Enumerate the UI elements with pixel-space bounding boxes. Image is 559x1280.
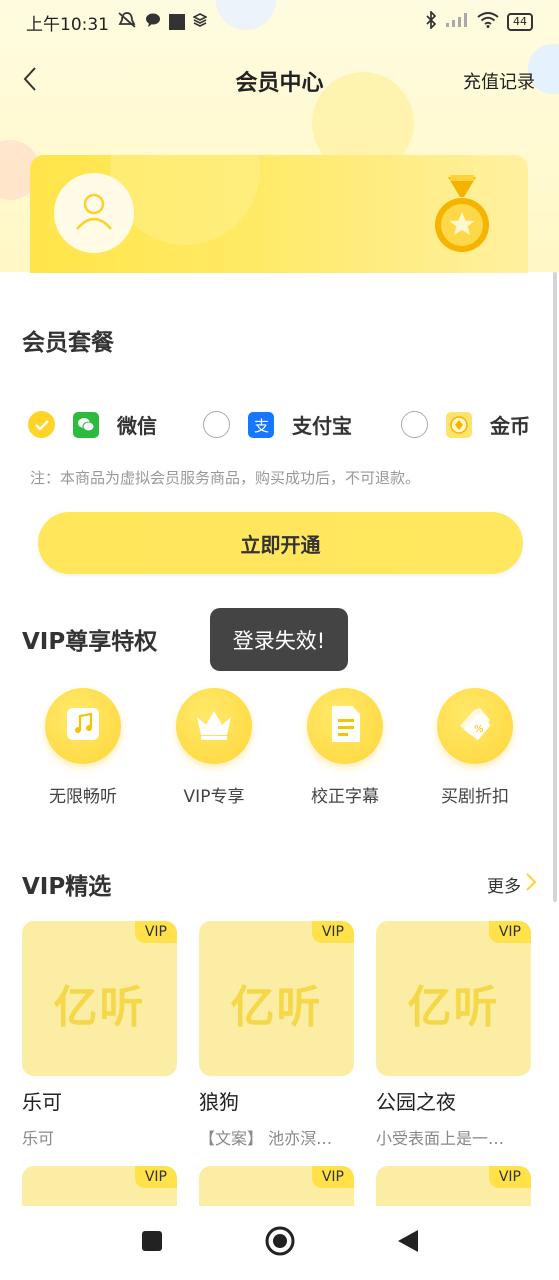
vip-badge: VIP — [134, 921, 177, 943]
chevron-right-icon — [525, 872, 537, 897]
decor-bubble — [110, 155, 260, 245]
avatar[interactable] — [54, 173, 134, 253]
medal-icon — [430, 175, 494, 255]
status-time: 上午10:31 — [26, 14, 109, 35]
privilege-label: VIP专享 — [183, 787, 245, 807]
svg-text:支: 支 — [254, 417, 269, 434]
radio-unchecked-icon[interactable] — [401, 411, 428, 438]
home-icon[interactable] — [264, 1225, 296, 1261]
coin-icon — [446, 411, 472, 438]
pay-label: 微信 — [117, 414, 157, 438]
status-bar: 上午10:31 44 — [0, 0, 559, 44]
music-note-icon — [63, 704, 103, 748]
layers-icon — [192, 12, 208, 32]
album-cover[interactable]: VIP — [376, 1166, 531, 1206]
album-subtitle: 小受表面上是一… — [376, 1129, 505, 1148]
cover-logo-text: 亿听 — [407, 982, 500, 1033]
vip-badge: VIP — [488, 921, 531, 943]
cover-logo-text: 亿听 — [230, 982, 323, 1033]
svg-text:%: % — [474, 724, 484, 735]
document-icon — [328, 704, 362, 748]
privilege-label: 无限畅听 — [49, 787, 117, 807]
discount-tag-icon: % — [454, 704, 496, 748]
album-title[interactable]: 公园之夜 — [376, 1086, 531, 1115]
vip-badge: VIP — [488, 1166, 531, 1188]
pay-option-wechat[interactable]: 微信 — [28, 410, 203, 439]
top-nav: 会员中心 充值记录 — [0, 56, 559, 106]
album-title[interactable]: 狼狗 — [199, 1086, 354, 1115]
mute-icon — [117, 11, 137, 34]
back-triangle-icon[interactable] — [396, 1228, 420, 1258]
pay-option-alipay[interactable]: 支 支付宝 — [203, 410, 401, 439]
album-cover[interactable]: 亿听 VIP — [22, 921, 177, 1076]
album-title[interactable]: 乐可 — [22, 1086, 177, 1115]
user-avatar-icon — [72, 189, 116, 237]
alipay-icon: 支 — [248, 411, 274, 438]
album-subtitle: 【文案】 池亦溟… — [199, 1129, 333, 1148]
recent-apps-icon[interactable] — [140, 1229, 164, 1257]
album-card[interactable]: 亿听 VIP 公园之夜 小受表面上是一… — [376, 921, 531, 1149]
battery-indicator: 44 — [507, 13, 533, 31]
privilege-item[interactable]: 校正字幕 — [285, 688, 405, 807]
album-subtitle: 乐可 — [22, 1129, 55, 1148]
privilege-label: 买剧折扣 — [441, 787, 509, 807]
album-cover[interactable]: 亿听 VIP — [376, 921, 531, 1076]
privilege-item[interactable]: 无限畅听 — [23, 688, 143, 807]
subscribe-button[interactable]: 立即开通 — [38, 512, 523, 574]
vip-badge: VIP — [134, 1166, 177, 1188]
wechat-icon — [73, 411, 99, 438]
album-cover[interactable]: VIP — [199, 1166, 354, 1206]
pay-option-coin[interactable]: 金币 — [401, 410, 530, 439]
plan-section-title: 会员套餐 — [22, 330, 114, 356]
bluetooth-icon — [425, 9, 437, 34]
more-link[interactable]: 更多 — [487, 872, 537, 897]
crown-icon — [193, 707, 235, 745]
vip-selection-title: VIP精选 — [22, 874, 112, 900]
refund-notice: 注：本商品为虚拟会员服务商品，购买成功后，不可退款。 — [30, 469, 421, 487]
pay-label: 支付宝 — [292, 414, 352, 438]
vip-badge: VIP — [311, 1166, 354, 1188]
radio-unchecked-icon[interactable] — [203, 411, 230, 438]
album-cover[interactable]: 亿听 VIP — [199, 921, 354, 1076]
scrollbar[interactable] — [553, 272, 557, 902]
recharge-history-link[interactable]: 充值记录 — [463, 68, 535, 94]
wifi-icon — [477, 11, 499, 33]
payment-options: 微信 支 支付宝 金币 — [28, 410, 538, 439]
album-cover[interactable]: VIP — [22, 1166, 177, 1206]
cover-logo-text: 亿听 — [53, 982, 146, 1033]
system-nav-bar — [0, 1206, 559, 1280]
vip-badge: VIP — [311, 921, 354, 943]
privileges-section-title: VIP尊享特权 — [22, 629, 158, 655]
privilege-item[interactable]: % 买剧折扣 — [415, 688, 535, 807]
back-arrow-icon[interactable] — [22, 66, 38, 99]
signal-icon — [445, 12, 469, 33]
radio-checked-icon[interactable] — [28, 411, 55, 438]
privilege-label: 校正字幕 — [311, 787, 379, 807]
toast-message: 登录失效! — [210, 608, 348, 671]
album-card[interactable]: 亿听 VIP 狼狗 【文案】 池亦溟… — [199, 921, 354, 1149]
notification-square-icon — [169, 14, 185, 30]
member-banner — [30, 155, 528, 273]
page-title: 会员中心 — [235, 71, 324, 96]
chat-bubble-icon — [145, 12, 161, 33]
album-card[interactable]: 亿听 VIP 乐可 乐可 — [22, 921, 177, 1149]
privilege-item[interactable]: VIP专享 — [154, 688, 274, 807]
pay-label: 金币 — [490, 414, 530, 438]
more-label: 更多 — [487, 877, 521, 897]
